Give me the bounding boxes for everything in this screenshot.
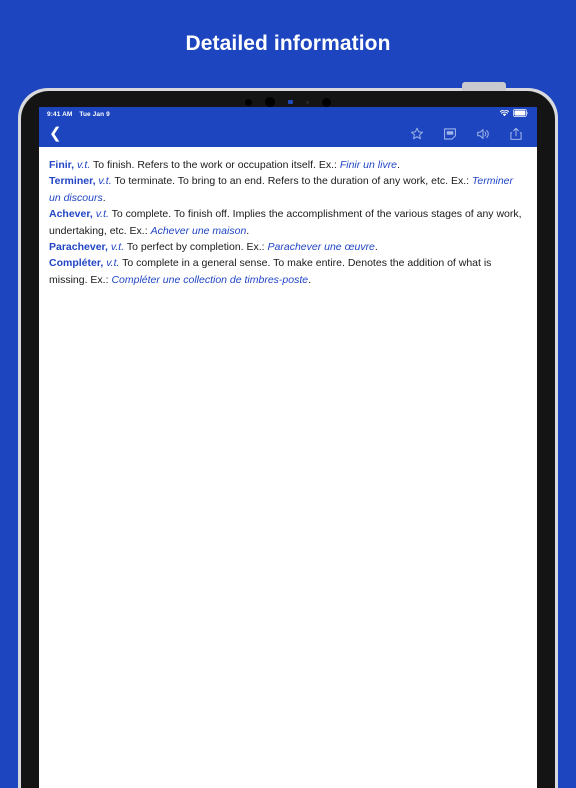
sensor-indicator-icon <box>288 100 293 104</box>
note-icon[interactable] <box>442 127 457 142</box>
navigation-actions <box>409 127 527 142</box>
battery-full-icon <box>513 109 529 119</box>
entry-headword: Finir, <box>49 159 75 171</box>
entry-part-of-speech: v.t. <box>110 241 125 254</box>
face-id-sensor-icon <box>322 97 331 107</box>
dictionary-entry: Finir, v.t. To finish. Refers to the wor… <box>49 157 527 173</box>
status-bar-time: 9:41 AM <box>47 110 73 118</box>
wifi-icon <box>499 109 510 119</box>
status-bar-date: Tue Jan 9 <box>79 110 110 118</box>
entry-definition: To terminate. To bring to an end. Refers… <box>111 175 472 188</box>
status-bar-left: 9:41 AM Tue Jan 9 <box>47 111 110 118</box>
entry-example: Finir un livre <box>339 159 398 171</box>
entry-part-of-speech: v.t. <box>98 175 112 188</box>
share-icon[interactable] <box>508 127 523 142</box>
page-title: Detailed information <box>185 32 391 55</box>
dictionary-entry: Terminer, v.t. To terminate. To bring to… <box>49 173 527 206</box>
dictionary-entry: Achever, v.t. To complete. To finish off… <box>49 206 527 239</box>
entry-tail: . <box>102 191 106 204</box>
dictionary-article: Finir, v.t. To finish. Refers to the wor… <box>39 147 537 788</box>
status-bar: 9:41 AM Tue Jan 9 <box>39 107 537 121</box>
entry-headword: Achever, <box>49 208 93 221</box>
entry-definition: To perfect by completion. Ex.: <box>124 241 268 254</box>
entry-headword: Compléter, <box>49 257 104 270</box>
entry-tail: . <box>308 273 312 286</box>
dictionary-entry: Parachever, v.t. To perfect by completio… <box>49 239 527 255</box>
tablet-device: 9:41 AM Tue Jan 9 ❮ Finir, v.t. To finis… <box>18 82 558 788</box>
navigation-bar: ❮ <box>39 121 537 147</box>
entry-tail: . <box>246 224 250 237</box>
entry-example: Achever une maison <box>150 224 247 237</box>
ambient-light-sensor-icon <box>306 100 309 104</box>
entry-part-of-speech: v.t. <box>77 159 91 171</box>
entry-part-of-speech: v.t. <box>95 208 109 221</box>
sensor-dot-icon <box>245 98 252 106</box>
entry-definition: To finish. Refers to the work or occupat… <box>90 159 340 171</box>
status-bar-right <box>499 109 529 119</box>
entry-example: Compléter une collection de timbres-post… <box>111 273 309 286</box>
device-screen: 9:41 AM Tue Jan 9 ❮ Finir, v.t. To finis… <box>39 107 537 788</box>
entry-tail: . <box>397 159 400 171</box>
device-bezel: 9:41 AM Tue Jan 9 ❮ Finir, v.t. To finis… <box>21 91 555 788</box>
entry-tail: . <box>374 241 378 254</box>
front-camera-sensor-array <box>21 97 555 107</box>
entry-headword: Parachever, <box>49 241 108 254</box>
entry-definition: To complete. To finish off. Implies the … <box>49 208 522 237</box>
speaker-icon[interactable] <box>475 127 490 142</box>
device-power-button[interactable] <box>462 82 506 91</box>
entry-part-of-speech: v.t. <box>106 257 120 270</box>
bookmark-star-icon[interactable] <box>409 127 424 142</box>
dictionary-entry: Compléter, v.t. To complete in a general… <box>49 255 527 288</box>
front-camera-icon <box>265 97 275 107</box>
entry-example: Parachever une œuvre <box>267 241 375 254</box>
entry-headword: Terminer, <box>49 175 96 188</box>
chevron-left-icon[interactable]: ❮ <box>49 124 68 145</box>
